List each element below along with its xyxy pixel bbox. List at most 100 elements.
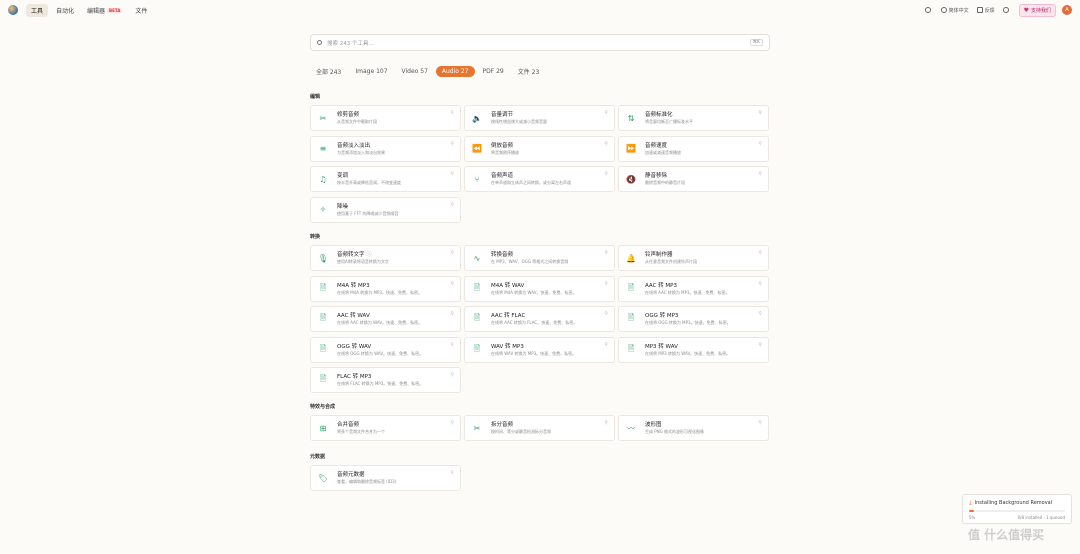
pin-icon[interactable]: ⚲ <box>758 110 762 116</box>
tool-card[interactable]: 🗎 AAC 转 MP3 在线将 AAC 转换为 MP3。快速、免费、私密。 ⚲ <box>618 275 769 302</box>
pin-icon[interactable]: ⚲ <box>450 470 454 476</box>
pin-icon[interactable]: ⚲ <box>758 420 762 426</box>
tool-card-title-text: M4A 转 WAV <box>491 282 525 289</box>
pin-icon[interactable]: ⚲ <box>450 141 454 147</box>
tool-card[interactable]: 🗎 WAV 转 MP3 在线将 WAV 转换为 MP3。快速、免费、私密。 ⚲ <box>464 336 615 363</box>
pin-icon[interactable]: ⚲ <box>758 141 762 147</box>
pin-icon[interactable]: ⚲ <box>758 311 762 317</box>
tool-card-title: M4A 转 WAV <box>491 282 608 290</box>
toast-title: Installing Background Removal <box>974 500 1053 506</box>
section-title: 编辑 <box>310 94 321 100</box>
tool-card-desc: 在线将 OGG 转换为 WAV。快速、免费、私密。 <box>337 350 424 356</box>
search-input[interactable]: 搜索 243 个工具... ⌘K <box>310 34 770 51</box>
tool-card-title: AAC 转 FLAC <box>491 312 608 320</box>
tool-card[interactable]: ♫ 变调 按半音升高或降低音调，不改变速度 ⚲ <box>310 166 461 192</box>
pin-icon[interactable]: ⚲ <box>604 171 608 177</box>
pin-icon[interactable]: ⚲ <box>758 281 762 287</box>
tab-video[interactable]: Video 57 <box>396 66 434 77</box>
tag-icon: 🏷 <box>317 473 329 483</box>
tool-card[interactable]: ✧ 降噪 使用基于 FFT 的降噪减少音频噪音 ⚲ <box>310 196 461 223</box>
help-button[interactable] <box>1002 7 1011 13</box>
pin-icon[interactable]: ⚲ <box>604 141 608 147</box>
app-logo[interactable] <box>8 5 18 15</box>
nav-tools[interactable]: 工具 <box>26 3 49 17</box>
tool-card[interactable]: ⑂ 音频声道 在单声道和立体声之间转换，或分离左右声道 ⚲ <box>464 166 615 192</box>
tool-card-title-text: 变调 <box>337 173 349 179</box>
tool-card-title: 音频标准化 <box>645 111 762 119</box>
tool-card[interactable]: 🎙 音频转文字 ⓘ 使用AI转录将语音转换为文字 ⚲ <box>310 245 461 271</box>
tool-card[interactable]: 🗎 AAC 转 FLAC 在线将 AAC 转换为 FLAC。快速、免费、私密。 ⚲ <box>464 306 615 332</box>
tool-card-title: FLAC 转 MP3 <box>337 373 454 381</box>
tool-card[interactable]: 🗎 OGG 转 WAV 在线将 OGG 转换为 WAV。快速、免费、私密。 ⚲ <box>310 336 461 363</box>
download-icon: ⤓ <box>969 499 972 506</box>
pin-icon[interactable]: ⚲ <box>604 342 608 348</box>
tab-files[interactable]: 文件 23 <box>512 65 546 78</box>
fade-icon: ≡ <box>319 144 327 153</box>
tool-card-desc: 将多个音频文件合并为一个 <box>337 429 385 434</box>
pin-icon[interactable]: ⚲ <box>450 202 454 208</box>
audio-file-icon: 🗎 <box>473 313 481 322</box>
pin-icon[interactable]: ⚲ <box>758 171 762 177</box>
tab-all[interactable]: 全部 243 <box>310 65 347 78</box>
tool-card[interactable]: 🔈 音量调节 按线性增益增大或减小音频音量 ⚲ <box>464 105 615 131</box>
pin-icon[interactable]: ⚲ <box>450 420 454 426</box>
tool-card[interactable]: ⇅ 音频标准化 将音量均衡至广播标准水平 ⚲ <box>618 105 769 131</box>
tool-card-title: 音频转文字 ⓘ <box>337 251 454 259</box>
support-button[interactable]: ♥ 支持我们 <box>1018 3 1056 17</box>
pin-icon[interactable]: ⚲ <box>758 342 762 348</box>
nav-editor[interactable]: 编辑器 BETA <box>82 4 127 17</box>
theme-toggle-button[interactable] <box>924 7 933 13</box>
pin-icon[interactable]: ⚲ <box>604 420 608 426</box>
pin-icon[interactable]: ⚲ <box>450 171 454 177</box>
pin-icon[interactable]: ⚲ <box>450 250 454 256</box>
tool-card[interactable]: ⊞ 合并音频 将多个音频文件合并为一个 ⚲ <box>310 415 461 441</box>
tab-image[interactable]: Image 107 <box>349 66 393 77</box>
tool-card-title-text: 音频标准化 <box>645 112 673 118</box>
tool-card[interactable]: ✂ 拆分音频 按时间、等分或静音检测拆分音频 ⚲ <box>464 415 615 441</box>
tool-card[interactable]: 🏷 音频元数据 查看、编辑和删除音频标签 (ID3) ⚲ <box>310 465 461 491</box>
tool-card[interactable]: 🗎 M4A 转 MP3 在线将 M4A 转换为 MP3。快速、免费、私密。 ⚲ <box>310 275 461 302</box>
mute-icon: 🔇 <box>626 174 636 184</box>
tool-card[interactable]: 🗎 M4A 转 WAV 在线将 M4A 转换为 WAV。快速、免费、私密。 ⚲ <box>464 275 615 302</box>
tool-card[interactable]: 🗎 MP3 转 WAV 在线将 MP3 转换为 WAV。快速、免费、私密。 ⚲ <box>618 336 769 363</box>
top-nav-bar: 工具 自动化 编辑器 BETA 文件 简体中文 反馈 ♥ 支持我们 A <box>0 0 1080 20</box>
tool-card[interactable]: ∿ 转换音频在 MP3、WAV、OGG 等格式之间转换音频 ⚲ <box>464 245 615 271</box>
pin-icon[interactable]: ⚲ <box>450 372 454 378</box>
nav-files[interactable]: 文件 <box>130 4 152 17</box>
pin-icon[interactable]: ⚲ <box>450 281 454 287</box>
tool-card-title-text: 音频元数据 <box>337 472 365 478</box>
tool-card[interactable]: 〰 波形图 生成 PNG 格式的波形可视化图像 ⚲ <box>618 415 769 441</box>
wave-icon: ∿ <box>473 253 481 263</box>
tool-card-title: 拆分音频 <box>491 421 608 429</box>
tool-card-desc: 在线将 AAC 转换为 MP3。快速、免费、私密。 <box>645 289 730 295</box>
tool-card[interactable]: 🗎 OGG 转 MP3 在线将 OGG 转换为 MP3。快速、免费、私密。 ⚲ <box>618 306 769 332</box>
feedback-button[interactable]: 反馈 <box>976 7 995 14</box>
tool-card-title: 音量调节 <box>491 111 608 119</box>
pin-icon[interactable]: ⚲ <box>758 250 762 256</box>
tool-card[interactable]: 🔇 静音移除 删除音频中的静音片段 ⚲ <box>618 166 769 192</box>
tool-card[interactable]: 🗎 AAC 转 WAV 在线将 AAC 转换为 WAV。快速、免费、私密。 ⚲ <box>310 306 461 332</box>
tool-card[interactable]: ⏪ 倒放音频 将音频倒序播放 ⚲ <box>464 135 615 162</box>
info-icon[interactable]: ⓘ <box>365 252 372 258</box>
pin-icon[interactable]: ⚲ <box>450 342 454 348</box>
tool-card[interactable]: 🔔 铃声制作器 从任意音频文件创建铃声片段 ⚲ <box>618 245 769 271</box>
pin-icon[interactable]: ⚲ <box>604 281 608 287</box>
tool-card-title-text: OGG 转 WAV <box>337 343 372 350</box>
tool-card[interactable]: ⏩ 音频速度 加速或减速音频播放 ⚲ <box>618 135 769 162</box>
tool-card[interactable]: ✂ 修剪音频 从音频文件中截取片段 ⚲ <box>310 105 461 131</box>
tool-card-desc: 生成 PNG 格式的波形可视化图像 <box>645 429 705 434</box>
pin-icon[interactable]: ⚲ <box>604 110 608 116</box>
language-button[interactable]: 简体中文 <box>940 7 969 14</box>
avatar[interactable]: A <box>1062 5 1072 15</box>
pin-icon[interactable]: ⚲ <box>450 110 454 116</box>
nav-automation[interactable]: 自动化 <box>51 4 79 17</box>
tab-pdf[interactable]: PDF 29 <box>477 66 510 77</box>
audio-file-icon: 🗎 <box>627 313 635 322</box>
pin-icon[interactable]: ⚲ <box>604 250 608 256</box>
pin-icon[interactable]: ⚲ <box>450 311 454 317</box>
pin-icon[interactable]: ⚲ <box>604 311 608 317</box>
tool-card[interactable]: ≡ 音频淡入淡出 为音频添加淡入和淡出效果 ⚲ <box>310 135 461 162</box>
tab-audio[interactable]: Audio 27 <box>435 66 475 77</box>
merge-icon: ⊞ <box>319 423 327 433</box>
tool-card[interactable]: 🗎 FLAC 转 MP3 在线将 FLAC 转换为 MP3。快速、免费、私密。 ⚲ <box>310 367 461 393</box>
